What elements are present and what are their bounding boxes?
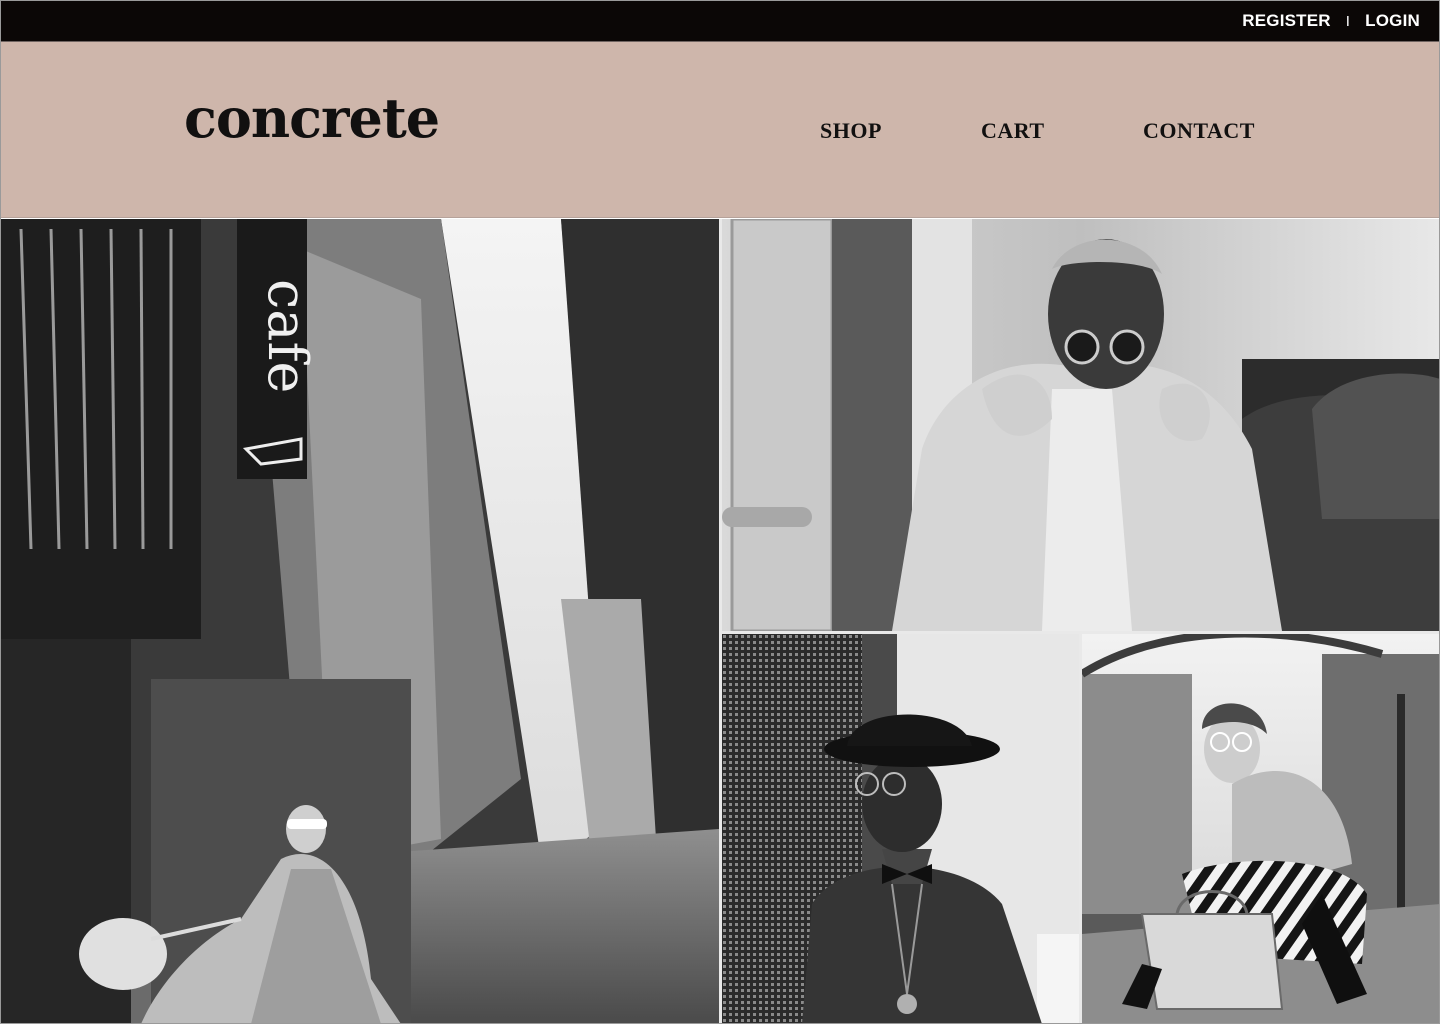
woman-crouching-image: [1082, 634, 1439, 1023]
nav-cart-link[interactable]: CART: [981, 118, 1045, 144]
alley-woman-image: cafe: [1, 219, 719, 1023]
photo-man-hat[interactable]: [722, 634, 1079, 1023]
page-frame: REGISTER I LOGIN concrete SHOP CART CONT…: [0, 0, 1440, 1024]
account-links: REGISTER I LOGIN: [1242, 1, 1420, 41]
nav-shop-link[interactable]: SHOP: [820, 118, 882, 144]
photo-woman-crouching[interactable]: [1082, 634, 1439, 1023]
main-nav: SHOP CART CONTACT: [1, 118, 1439, 148]
login-link[interactable]: LOGIN: [1365, 11, 1420, 31]
link-separator: I: [1345, 12, 1351, 30]
register-link[interactable]: REGISTER: [1242, 11, 1331, 31]
site-header: concrete SHOP CART CONTACT: [1, 42, 1439, 218]
cafe-sign-text: cafe: [256, 279, 319, 393]
nav-contact-link[interactable]: CONTACT: [1143, 118, 1255, 144]
man-hat-image: [722, 634, 1079, 1023]
top-utility-bar: REGISTER I LOGIN: [1, 1, 1439, 42]
man-sunglasses-image: [722, 219, 1439, 631]
photo-man-sunglasses[interactable]: [722, 219, 1439, 631]
photo-alley-woman[interactable]: cafe: [1, 219, 719, 1023]
